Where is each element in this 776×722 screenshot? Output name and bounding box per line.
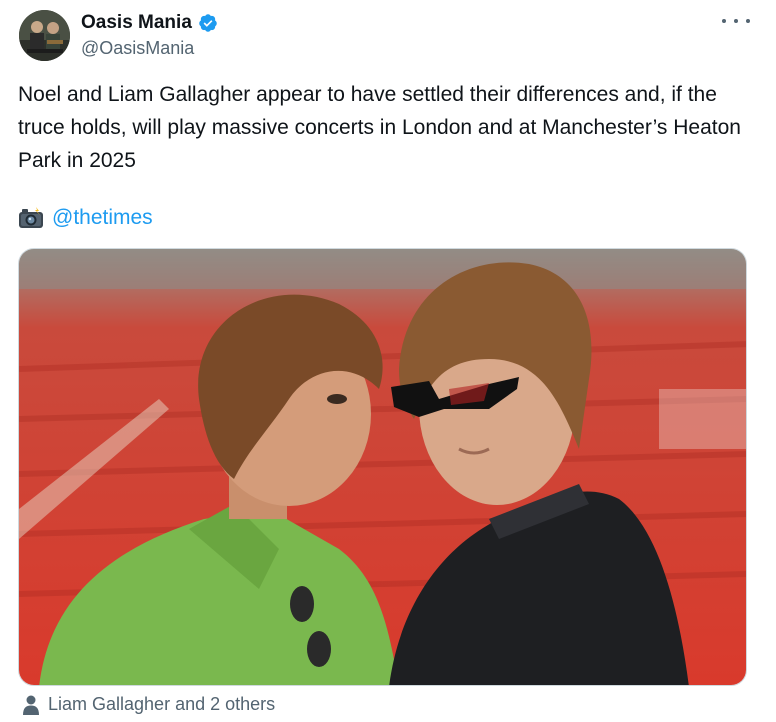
person-icon — [23, 695, 39, 715]
tweet-card: Oasis Mania @OasisMania Noel and Liam Ga… — [0, 0, 776, 722]
author-handle[interactable]: @OasisMania — [81, 38, 218, 59]
author-display-name[interactable]: Oasis Mania — [81, 12, 192, 34]
tweet-photo[interactable] — [18, 248, 747, 686]
tagged-people-link[interactable]: Liam Gallagher and 2 others — [22, 694, 275, 715]
more-dot-icon — [734, 19, 738, 23]
avatar-photo — [19, 10, 70, 61]
more-dot-icon — [722, 19, 726, 23]
more-options-button[interactable] — [722, 13, 750, 29]
tweet-text: Noel and Liam Gallagher appear to have s… — [18, 83, 741, 172]
tagged-people-label: Liam Gallagher and 2 others — [48, 694, 276, 714]
camera-flash-icon — [19, 206, 43, 228]
photo-two-men-stadium — [19, 249, 746, 685]
verified-badge-icon[interactable] — [198, 13, 218, 33]
photo-credit-line: @thetimes — [18, 201, 153, 234]
author-avatar[interactable] — [19, 10, 70, 61]
author-info: Oasis Mania @OasisMania — [81, 12, 218, 59]
more-dot-icon — [746, 19, 750, 23]
mention-link-thetimes[interactable]: @thetimes — [52, 206, 153, 230]
